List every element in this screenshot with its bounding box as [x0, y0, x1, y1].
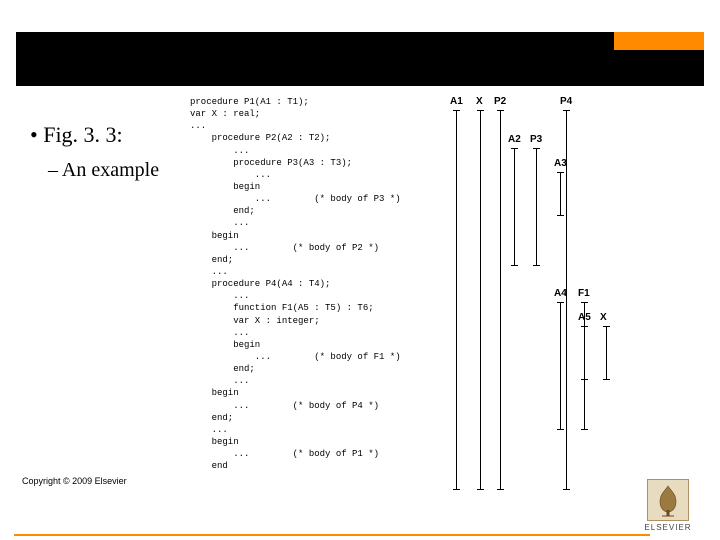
scope-line [536, 148, 537, 266]
copyright-text: Copyright © 2009 Elsevier [22, 476, 127, 486]
tree-icon [647, 479, 689, 521]
scope-line [514, 148, 515, 266]
slide-title: Nesting in Pascal [34, 54, 241, 85]
scope-line [560, 302, 561, 430]
bullet-sub: – An example [30, 158, 180, 183]
scope-label: A1 [450, 96, 463, 107]
scope-line [456, 110, 457, 490]
scope-line [584, 326, 585, 380]
header-accent [614, 32, 704, 50]
scope-line [480, 110, 481, 490]
footer-rule [14, 534, 650, 536]
scope-label: A3 [554, 158, 567, 169]
bullet-main: • Fig. 3. 3: [30, 122, 180, 148]
logo-caption: ELSEVIER [640, 523, 696, 532]
scope-label: A2 [508, 134, 521, 145]
scope-label: F1 [578, 288, 590, 299]
scope-line [500, 110, 501, 490]
code-listing: procedure P1(A1 : T1); var X : real; ...… [190, 96, 450, 472]
scope-label: P2 [494, 96, 506, 107]
scope-label: P3 [530, 134, 542, 145]
scope-line [560, 172, 561, 216]
scope-diagram: A1XP2P4A2P3A3A4F1A5X [450, 96, 720, 516]
scope-line [566, 110, 567, 490]
publisher-logo: ELSEVIER [640, 479, 696, 532]
scope-label: P4 [560, 96, 572, 107]
scope-label: A4 [554, 288, 567, 299]
scope-line [606, 326, 607, 380]
scope-label: X [600, 312, 607, 323]
scope-label: X [476, 96, 483, 107]
bullet-column: • Fig. 3. 3: – An example [30, 122, 180, 183]
